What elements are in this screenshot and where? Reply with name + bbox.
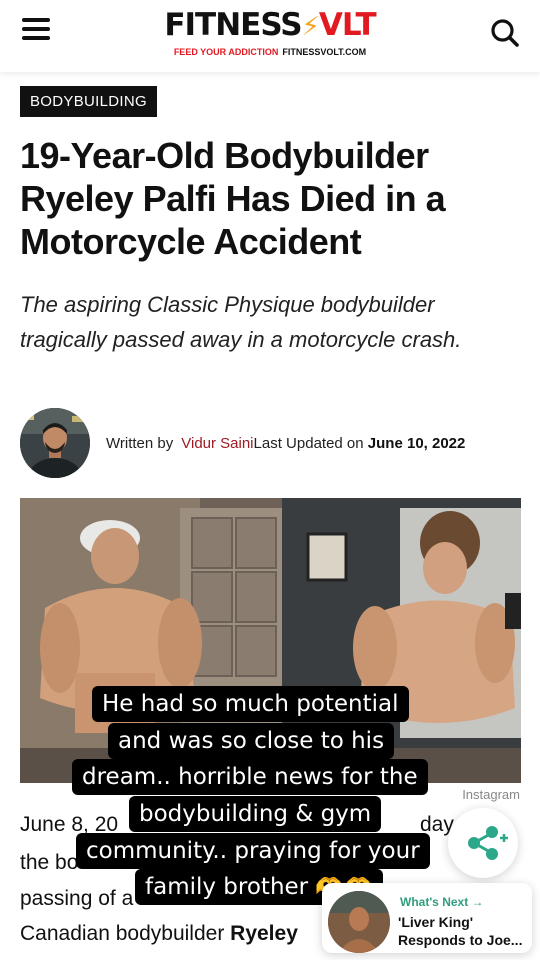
updated-date: June 10, 2022 <box>367 435 466 452</box>
share-button[interactable] <box>448 808 518 878</box>
updated-label: Last Updated on <box>253 435 364 452</box>
article-title: 19-Year-Old Bodybuilder Ryeley Palfi Has… <box>20 135 446 262</box>
logo-tagline: FEED YOUR ADDICTION <box>173 47 279 57</box>
body-line-4-text: Canadian bodybuilder <box>20 922 231 945</box>
caption-line: dream.. horrible news for the <box>72 759 428 795</box>
image-credit: Instagram <box>462 787 520 802</box>
body-bold-name: Ryeley <box>230 922 298 945</box>
whats-next-title[interactable]: 'Liver King' Responds to Joe... <box>398 913 530 949</box>
site-logo[interactable]: FITNESS⚡VLT FEED YOUR ADDICTION FITNESSVO… <box>160 6 380 62</box>
body-line-3: passing of a <box>20 887 134 910</box>
logo-volt-text: V <box>318 7 343 43</box>
whats-next-label: What's Next → <box>400 895 484 909</box>
byline: Written by Vidur SainiLast Updated on Jun… <box>106 434 465 454</box>
author-avatar[interactable] <box>20 408 90 478</box>
caption-line: bodybuilding & gym <box>129 796 382 832</box>
logo-fitness-text: FITNESS <box>164 7 302 43</box>
logo-volt-end-text: LT <box>341 7 377 43</box>
article-subtitle: The aspiring Classic Physique bodybuilde… <box>20 292 462 352</box>
whats-next-widget[interactable]: What's Next → 'Liver King' Responds to J… <box>322 883 532 953</box>
category-badge[interactable]: BODYBUILDING <box>20 86 157 117</box>
body-line-2: the bo <box>20 851 79 874</box>
caption-line: and was so close to his <box>108 723 395 759</box>
lightning-bolt-icon: ⚡ <box>301 12 320 42</box>
caption-line: community.. praying for your <box>76 833 430 869</box>
body-line-4: Canadian bodybuilder Ryeley <box>20 921 298 947</box>
caption-line: He had so much potential <box>92 686 409 722</box>
logo-url: FITNESSVOLT.COM <box>282 47 367 57</box>
whats-next-thumbnail <box>328 891 390 953</box>
author-link[interactable]: Vidur Saini <box>181 435 253 452</box>
hamburger-icon[interactable] <box>22 18 50 46</box>
site-header: FITNESS⚡VLT FEED YOUR ADDICTION FITNESSVO… <box>0 0 540 72</box>
written-by-label: Written by <box>106 435 174 452</box>
search-icon[interactable] <box>490 18 520 48</box>
share-icon <box>468 826 508 860</box>
